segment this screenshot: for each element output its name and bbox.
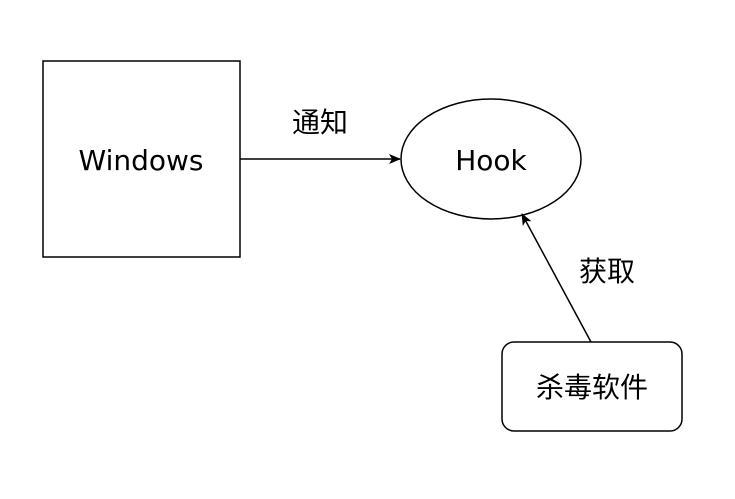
windows-node: Windows <box>42 60 241 258</box>
edge-antivirus-to-hook: 获取 <box>521 213 635 343</box>
edge-windows-to-hook: 通知 <box>240 106 401 164</box>
notify-label: 通知 <box>292 106 348 139</box>
fetch-label: 获取 <box>579 255 635 288</box>
antivirus-node: 杀毒软件 <box>501 341 683 432</box>
hook-label: Hook <box>455 144 527 177</box>
antivirus-label: 杀毒软件 <box>536 371 648 404</box>
hook-node: Hook <box>400 98 582 220</box>
windows-label: Windows <box>79 144 204 177</box>
flow-diagram: Windows Hook 杀毒软件 通知 获取 <box>42 60 683 432</box>
